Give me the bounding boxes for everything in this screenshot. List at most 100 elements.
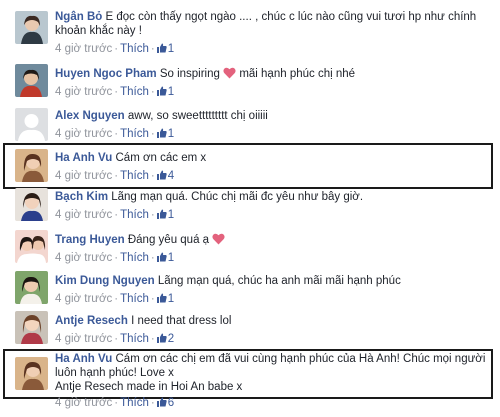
- profile-photo-icon: [15, 188, 48, 221]
- like-count[interactable]: 4: [156, 170, 174, 182]
- comment-time[interactable]: 4 giờ trước: [55, 128, 112, 140]
- avatar[interactable]: [15, 11, 48, 44]
- like-button[interactable]: Thích: [120, 209, 149, 221]
- comment-item: Kim Dung Nguyen Lãng mạn quá, chúc ha an…: [0, 269, 500, 309]
- comment-time[interactable]: 4 giờ trước: [55, 209, 112, 221]
- avatar[interactable]: [15, 311, 48, 344]
- comment-author[interactable]: Ha Anh Vu: [55, 152, 112, 164]
- comment-author[interactable]: Ngân Bỏ: [55, 11, 102, 23]
- profile-photo-icon: [15, 230, 48, 263]
- comment-text: Lãng mạn quá. Chúc chị mãi đc yêu như bâ…: [111, 191, 364, 203]
- avatar[interactable]: [15, 108, 48, 141]
- comment-body: Trang Huyen Đáng yêu quá ạ 4 giờ trước · T…: [55, 233, 492, 265]
- profile-photo-icon: [15, 271, 48, 304]
- comment-item: Ngân Bỏ E đọc còn thấy ngọt ngào .... , …: [0, 9, 500, 59]
- like-count[interactable]: 2: [156, 333, 174, 345]
- comment-meta: 4 giờ trước · Thích · 1: [55, 252, 175, 264]
- like-count[interactable]: 1: [156, 293, 174, 305]
- thumbs-up-icon: [156, 128, 167, 138]
- comment-item: Antje Resech I need that dress lol 4 giờ…: [0, 309, 500, 349]
- avatar[interactable]: [15, 188, 48, 221]
- comment-text: I need that dress lol: [131, 315, 232, 327]
- comment-body: Ha Anh Vu Cám ơn các em x 4 giờ trước · Th…: [55, 151, 492, 183]
- comment-meta: 4 giờ trước · Thích · 6: [55, 397, 175, 409]
- like-count[interactable]: 1: [156, 209, 174, 221]
- comment-text-line: Antje Resech made in Hoi An babe x: [55, 381, 243, 393]
- comment-meta: 4 giờ trước · Thích · 1: [55, 43, 175, 55]
- comment-time[interactable]: 4 giờ trước: [55, 86, 112, 98]
- avatar[interactable]: [15, 230, 48, 263]
- thumbs-up-icon: [156, 293, 167, 303]
- like-button[interactable]: Thích: [120, 397, 149, 409]
- comment-time[interactable]: 4 giờ trước: [55, 170, 112, 182]
- comment-item: Bạch Kim Lãng mạn quá. Chúc chị mãi đc y…: [0, 186, 500, 226]
- profile-photo-icon: [15, 11, 48, 44]
- comment-author[interactable]: Alex Nguyen: [55, 110, 125, 122]
- comment-time[interactable]: 4 giờ trước: [55, 397, 112, 409]
- thumbs-up-icon: [156, 86, 167, 96]
- heart-emoji-icon: [212, 233, 225, 245]
- like-button[interactable]: Thích: [120, 333, 149, 345]
- comment-body: Ngân Bỏ E đọc còn thấy ngọt ngào .... , …: [55, 10, 492, 56]
- comment-item-highlighted: Ha Anh Vu Cám ơn các em x 4 giờ trước · Th…: [0, 145, 500, 187]
- comment-meta: 4 giờ trước · Thích · 1: [55, 293, 175, 305]
- like-button[interactable]: Thích: [120, 170, 149, 182]
- comment-text: So inspiring: [159, 68, 220, 80]
- comment-body: Antje Resech I need that dress lol 4 giờ…: [55, 314, 492, 346]
- comment-body: Kim Dung Nguyen Lãng mạn quá, chúc ha an…: [55, 274, 492, 306]
- thumbs-up-icon: [156, 170, 167, 180]
- comment-time[interactable]: 4 giờ trước: [55, 293, 112, 305]
- comment-author[interactable]: Kim Dung Nguyen: [55, 275, 155, 287]
- comment-author[interactable]: Huyen Ngoc Pham: [55, 68, 157, 80]
- like-count[interactable]: 1: [156, 43, 174, 55]
- avatar[interactable]: [15, 64, 48, 97]
- like-count[interactable]: 1: [156, 128, 174, 140]
- comment-time[interactable]: 4 giờ trước: [55, 333, 112, 345]
- comment-text: E đọc còn thấy ngọt ngào .... , chúc c l…: [55, 11, 477, 37]
- thumbs-up-icon: [156, 333, 167, 343]
- thumbs-up-icon: [156, 43, 167, 53]
- profile-photo-icon: [15, 149, 48, 182]
- profile-photo-icon: [15, 64, 48, 97]
- comment-text: aww, so sweettttttttt chị oiiiii: [127, 110, 268, 122]
- profile-photo-icon: [15, 311, 48, 344]
- avatar[interactable]: [15, 271, 48, 304]
- comment-item-highlighted: Ha Anh Vu Cám ơn các chị em đã vui cùng …: [0, 351, 500, 415]
- like-count[interactable]: 1: [156, 252, 174, 264]
- comment-item: Huyen Ngoc Pham So inspiring mãi hạnh ph…: [0, 62, 500, 102]
- comment-time[interactable]: 4 giờ trước: [55, 43, 112, 55]
- comment-text: Đáng yêu quá ạ: [127, 234, 210, 246]
- like-button[interactable]: Thích: [120, 252, 149, 264]
- avatar[interactable]: [15, 357, 48, 390]
- like-count[interactable]: 6: [156, 397, 174, 409]
- comment-author[interactable]: Bạch Kim: [55, 191, 108, 203]
- thumbs-up-icon: [156, 252, 167, 262]
- like-button[interactable]: Thích: [120, 86, 149, 98]
- avatar[interactable]: [15, 149, 48, 182]
- comment-text: Cám ơn các em x: [115, 152, 207, 164]
- comment-meta: 4 giờ trước · Thích · 2: [55, 333, 175, 345]
- comment-meta: 4 giờ trước · Thích · 1: [55, 86, 175, 98]
- thumbs-up-icon: [156, 209, 167, 219]
- comment-item: Trang Huyen Đáng yêu quá ạ 4 giờ trước · T…: [0, 228, 500, 268]
- like-button[interactable]: Thích: [120, 293, 149, 305]
- comment-text: mãi hạnh phúc chị nhé: [239, 68, 356, 80]
- comment-text: Cám ơn các chị em đã vui cùng hạnh phúc …: [55, 353, 486, 379]
- like-count[interactable]: 1: [156, 86, 174, 98]
- like-button[interactable]: Thích: [120, 43, 149, 55]
- thumbs-up-icon: [156, 397, 167, 407]
- comment-author[interactable]: Trang Huyen: [55, 234, 125, 246]
- comment-meta: 4 giờ trước · Thích · 1: [55, 128, 175, 140]
- comment-body: Huyen Ngoc Pham So inspiring mãi hạnh ph…: [55, 67, 492, 99]
- profile-photo-icon: [15, 357, 48, 390]
- comment-author[interactable]: Antje Resech: [55, 315, 128, 327]
- comment-body: Bạch Kim Lãng mạn quá. Chúc chị mãi đc y…: [55, 190, 492, 222]
- comment-body: Ha Anh Vu Cám ơn các chị em đã vui cùng …: [55, 352, 492, 410]
- comment-body: Alex Nguyen aww, so sweettttttttt chị oi…: [55, 109, 492, 141]
- comment-meta: 4 giờ trước · Thích · 1: [55, 209, 175, 221]
- comment-meta: 4 giờ trước · Thích · 4: [55, 170, 175, 182]
- like-button[interactable]: Thích: [120, 128, 149, 140]
- comment-item: Alex Nguyen aww, so sweettttttttt chị oi…: [0, 104, 500, 144]
- comment-author[interactable]: Ha Anh Vu: [55, 353, 112, 365]
- comment-time[interactable]: 4 giờ trước: [55, 252, 112, 264]
